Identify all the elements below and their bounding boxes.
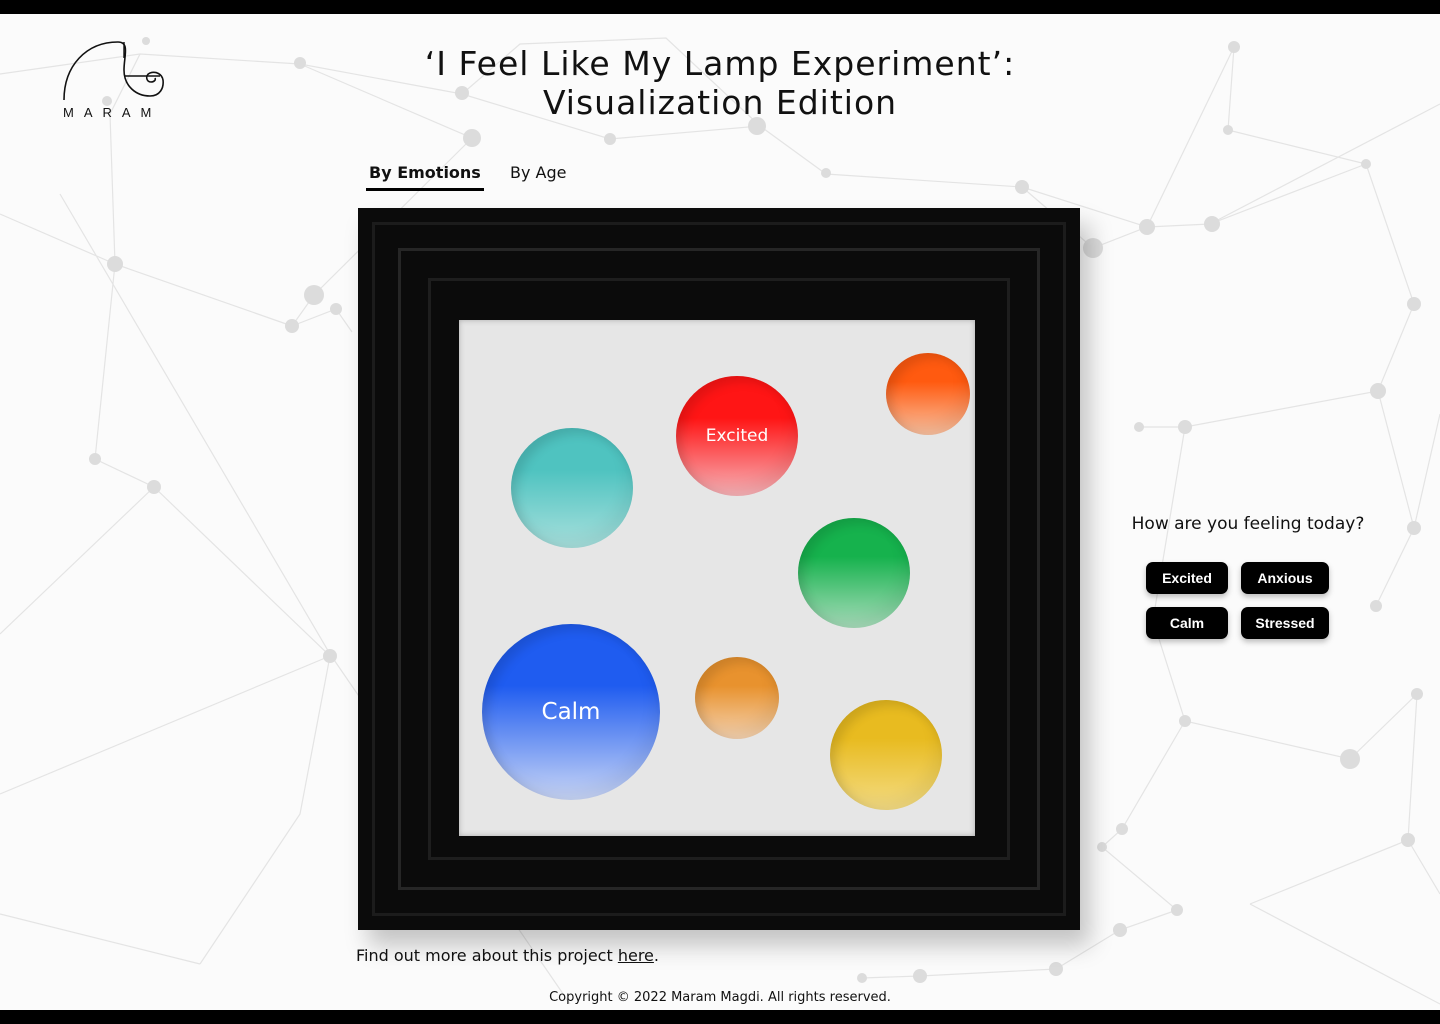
bottom-border-bar xyxy=(0,1010,1440,1024)
calm-button[interactable]: Calm xyxy=(1146,607,1228,639)
maram-logo[interactable]: MARAM xyxy=(60,36,172,124)
page-title: ‘I Feel Like My Lamp Experiment’: Visual… xyxy=(320,44,1120,122)
more-info-text: Find out more about this project here. xyxy=(356,946,659,965)
bubble-label: Excited xyxy=(705,426,769,446)
more-info-label: Find out more about this project xyxy=(356,946,613,965)
emotion-bubble[interactable] xyxy=(798,518,910,628)
title-line-2: Visualization Edition xyxy=(542,83,898,122)
emotion-bubble[interactable] xyxy=(511,428,633,548)
anxious-button[interactable]: Anxious xyxy=(1241,562,1329,594)
emotion-bubble[interactable] xyxy=(886,353,970,435)
emotion-bubble[interactable] xyxy=(695,657,779,739)
more-info-period: . xyxy=(653,946,659,965)
excited-button[interactable]: Excited xyxy=(1146,562,1228,594)
feeling-question: How are you feeling today? xyxy=(1131,514,1365,534)
emotion-bubble-calm[interactable]: Calm xyxy=(482,624,660,800)
top-border-bar xyxy=(0,0,1440,14)
logo-text: MARAM xyxy=(63,105,162,120)
bubble-label: Calm xyxy=(541,699,601,725)
tab-by-emotions[interactable]: By Emotions xyxy=(366,160,484,191)
copyright-text: Copyright © 2022 Maram Magdi. All rights… xyxy=(549,990,891,1005)
logo-mark-icon xyxy=(63,41,164,101)
title-line-1: ‘I Feel Like My Lamp Experiment’: xyxy=(424,44,1016,83)
project-link[interactable]: here xyxy=(618,946,654,965)
tab-by-age[interactable]: By Age xyxy=(510,160,566,188)
emotion-bubble[interactable] xyxy=(830,700,942,810)
stressed-button[interactable]: Stressed xyxy=(1241,607,1329,639)
emotion-bubble-excited[interactable]: Excited xyxy=(676,376,798,496)
